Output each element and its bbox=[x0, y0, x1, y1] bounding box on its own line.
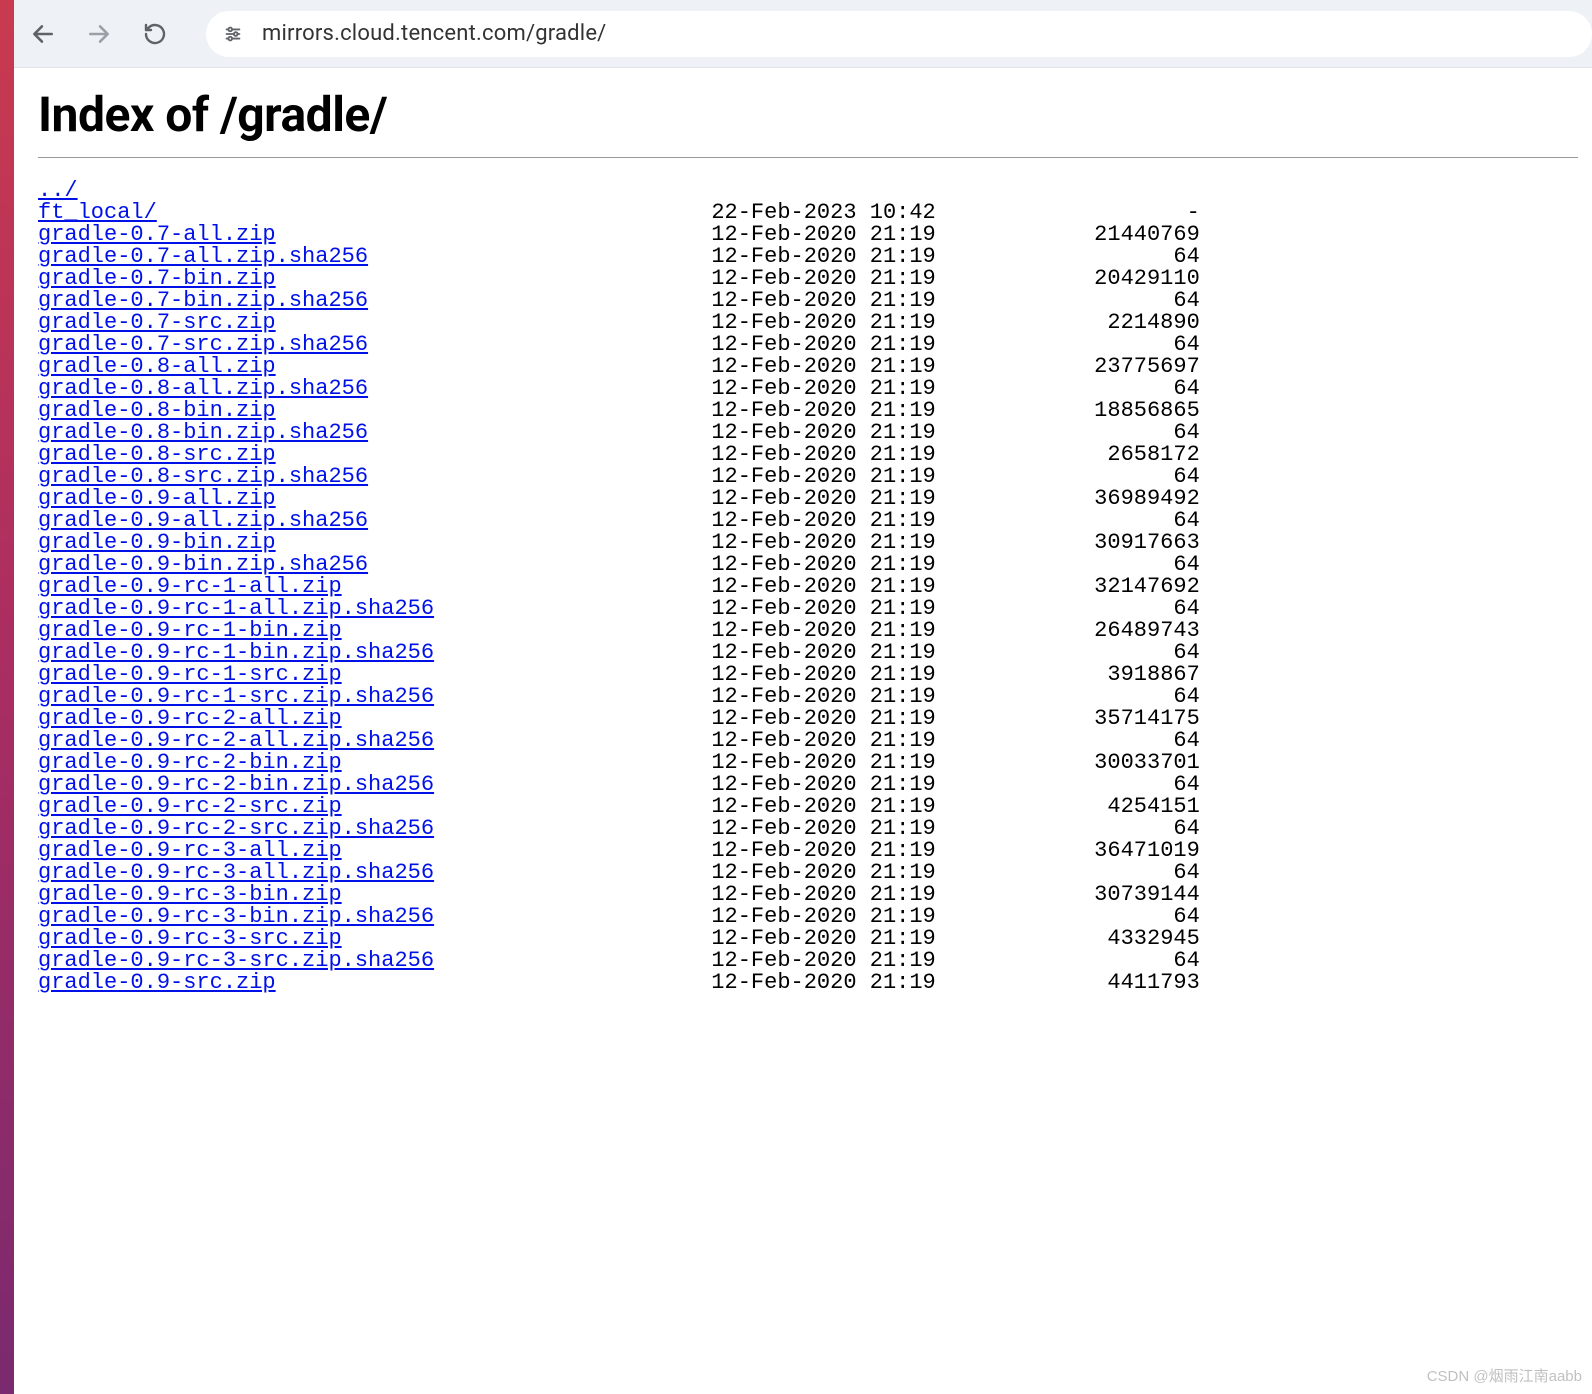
directory-listing: ../ ft_local/ 22-Feb-2023 10:42 - gradle… bbox=[38, 180, 1578, 994]
os-accent-stripe bbox=[0, 0, 14, 1394]
watermark-text: CSDN @烟雨江南aabb bbox=[1427, 1365, 1582, 1386]
browser-toolbar: mirrors.cloud.tencent.com/gradle/ bbox=[0, 0, 1592, 68]
back-button[interactable] bbox=[18, 9, 68, 59]
address-bar[interactable]: mirrors.cloud.tencent.com/gradle/ bbox=[206, 11, 1592, 57]
site-settings-icon[interactable] bbox=[220, 21, 246, 47]
reload-button[interactable] bbox=[130, 9, 180, 59]
arrow-right-icon bbox=[86, 21, 112, 47]
url-text: mirrors.cloud.tencent.com/gradle/ bbox=[262, 21, 606, 46]
forward-button[interactable] bbox=[74, 9, 124, 59]
divider bbox=[38, 157, 1578, 158]
file-link[interactable]: gradle-0.9-src.zip bbox=[38, 970, 276, 995]
reload-icon bbox=[143, 22, 167, 46]
page-content: Index of /gradle/ ../ ft_local/ 22-Feb-2… bbox=[0, 68, 1592, 994]
page-title: Index of /gradle/ bbox=[38, 86, 1578, 143]
arrow-left-icon bbox=[30, 21, 56, 47]
